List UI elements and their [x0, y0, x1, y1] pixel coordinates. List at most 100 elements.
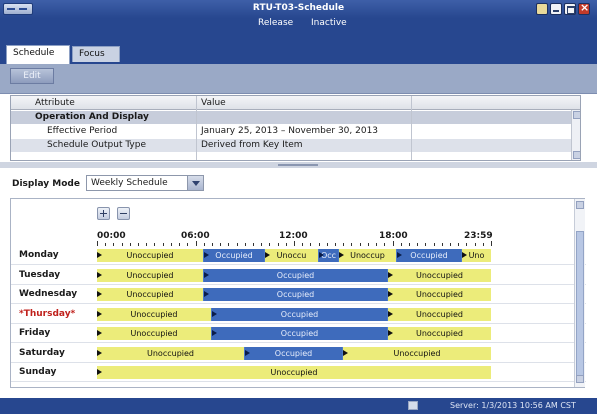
attribute-value: Derived from Key Item: [201, 140, 303, 150]
day-schedule-track[interactable]: Unoccupied Occupied Unoccupied: [97, 327, 491, 340]
occupied-segment[interactable]: Occupied: [204, 269, 387, 282]
column-header-attribute[interactable]: Attribute: [35, 98, 75, 108]
unoccupied-segment[interactable]: Unoccupied: [388, 269, 491, 282]
day-schedule-track[interactable]: Unoccupied Occupied Unoccupied: [97, 288, 491, 301]
time-tick: [278, 243, 279, 246]
schedule-scrollbar[interactable]: [574, 199, 585, 387]
time-tick: [384, 243, 385, 246]
row-divider: [11, 381, 586, 382]
time-label-2359: 23:59: [464, 231, 493, 241]
row-divider: [11, 362, 586, 363]
day-schedule-track[interactable]: Unoccupied Occupied Unoccu Occ Unoccup Occupi…: [97, 249, 491, 262]
unoccupied-segment[interactable]: Unoccupied: [97, 249, 203, 262]
scrollbar-thumb[interactable]: [576, 231, 584, 379]
occupied-segment[interactable]: Occupied: [397, 249, 461, 262]
time-tick: [294, 241, 295, 246]
occupied-segment[interactable]: Occupied: [212, 308, 387, 321]
time-tick: [351, 243, 352, 246]
scroll-up-icon[interactable]: [573, 111, 580, 119]
unoccupied-segment[interactable]: Unoccupied: [388, 327, 491, 340]
panel-splitter[interactable]: [0, 162, 597, 168]
splitter-grip-icon[interactable]: [278, 164, 318, 166]
unoccupied-segment[interactable]: Unoccupied: [97, 327, 211, 340]
unoccupied-segment[interactable]: Unoccupied: [97, 347, 244, 360]
day-schedule-track[interactable]: Unoccupied Occupied Unoccupied: [97, 308, 491, 321]
time-label-0000: 00:00: [97, 231, 126, 241]
time-tick: [442, 243, 443, 246]
time-tick: [237, 243, 238, 246]
scroll-down-icon[interactable]: [573, 151, 580, 159]
unoccupied-segment[interactable]: Unoccupied: [97, 288, 203, 301]
occupied-segment[interactable]: Occ: [319, 249, 338, 262]
time-tick: [179, 243, 180, 246]
unoccupied-segment[interactable]: Unoccupied: [97, 366, 491, 379]
time-tick: [417, 243, 418, 246]
time-tick: [310, 243, 311, 246]
display-mode-select[interactable]: Weekly Schedule: [86, 175, 204, 191]
row-divider: [11, 284, 586, 285]
scroll-up-icon[interactable]: [576, 201, 584, 209]
display-mode-label: Display Mode: [12, 179, 80, 189]
table-row[interactable]: Effective Period January 25, 2013 – Nove…: [11, 125, 572, 138]
time-tick: [122, 243, 123, 246]
time-tick: [409, 243, 410, 246]
toolbar: Edit: [0, 64, 597, 94]
attribute-name: Schedule Output Type: [47, 140, 147, 150]
edit-button[interactable]: Edit: [10, 68, 54, 84]
time-label-0600: 06:00: [181, 231, 210, 241]
time-tick: [475, 243, 476, 246]
time-tick: [376, 243, 377, 246]
attribute-scrollbar[interactable]: [571, 110, 580, 160]
time-scale: [97, 241, 492, 246]
unoccupied-segment[interactable]: Unoccu: [265, 249, 318, 262]
day-label: Wednesday: [19, 289, 78, 299]
table-row[interactable]: Schedule Output Type Derived from Key It…: [11, 139, 572, 152]
unoccupied-segment[interactable]: Unoccupied: [97, 308, 211, 321]
unoccupied-segment[interactable]: Unoccupied: [343, 347, 491, 360]
row-divider: [11, 264, 586, 265]
day-schedule-track[interactable]: Unoccupied Occupied Unoccupied: [97, 269, 491, 282]
time-tick: [130, 243, 131, 246]
minimize-button[interactable]: [550, 3, 562, 15]
occupied-segment[interactable]: Occupied: [245, 347, 342, 360]
occupied-segment[interactable]: Occupied: [212, 327, 387, 340]
zoom-in-button[interactable]: [97, 207, 110, 220]
time-tick: [97, 241, 98, 246]
window-title: RTU-T03-Schedule: [252, 3, 345, 13]
day-label: *Thursday*: [19, 309, 76, 319]
column-divider[interactable]: [196, 96, 197, 160]
occupied-segment[interactable]: Occupied: [204, 249, 264, 262]
time-tick: [171, 243, 172, 246]
time-tick: [204, 243, 205, 246]
chevron-down-icon[interactable]: [187, 176, 203, 190]
time-tick: [425, 243, 426, 246]
display-mode-bar: Display Mode Weekly Schedule: [0, 169, 597, 196]
server-icon: [408, 401, 418, 410]
scroll-down-icon[interactable]: [576, 375, 584, 383]
time-tick: [113, 243, 114, 246]
maximize-button[interactable]: [564, 3, 576, 15]
group-row[interactable]: Operation And Display: [11, 111, 572, 124]
close-button[interactable]: [578, 1, 590, 15]
unoccupied-segment[interactable]: Unoccup: [339, 249, 396, 262]
occupied-segment[interactable]: Occupied: [204, 288, 387, 301]
time-tick: [491, 241, 492, 246]
unoccupied-segment[interactable]: Unoccupied: [388, 308, 491, 321]
time-tick: [327, 243, 328, 246]
column-header-value[interactable]: Value: [201, 98, 226, 108]
row-divider: [11, 303, 586, 304]
tab-schedule[interactable]: Schedule: [6, 45, 70, 64]
day-schedule-track[interactable]: Unoccupied Occupied Unoccupied: [97, 347, 491, 360]
day-label: Monday: [19, 250, 59, 260]
unoccupied-segment[interactable]: Unoccupied: [388, 288, 491, 301]
time-tick: [187, 243, 188, 246]
unoccupied-segment[interactable]: Uno: [462, 249, 491, 262]
zoom-out-button[interactable]: [117, 207, 130, 220]
unoccupied-segment[interactable]: Unoccupied: [97, 269, 203, 282]
lock-icon[interactable]: [536, 3, 548, 15]
column-divider[interactable]: [411, 96, 412, 160]
time-tick: [343, 243, 344, 246]
day-schedule-track[interactable]: Unoccupied: [97, 366, 491, 379]
time-tick: [163, 243, 164, 246]
tab-focus[interactable]: Focus: [72, 46, 120, 62]
